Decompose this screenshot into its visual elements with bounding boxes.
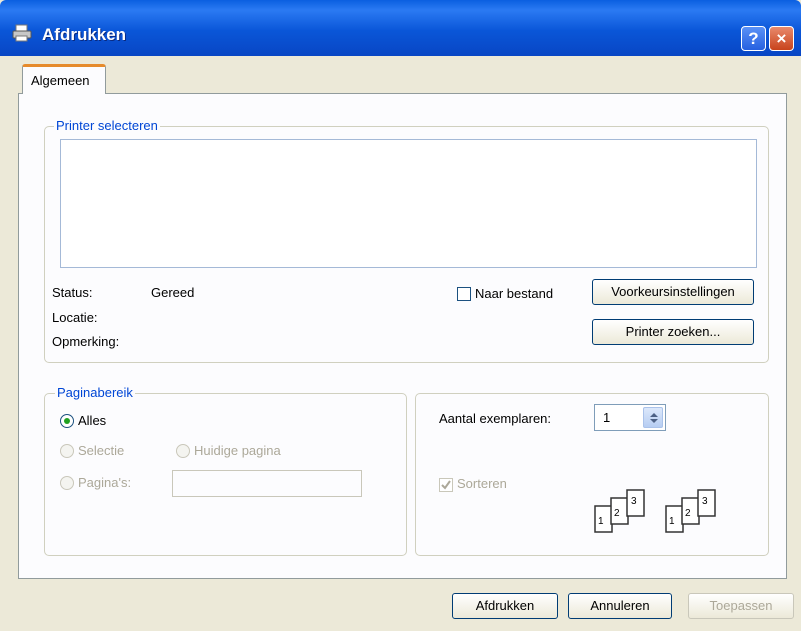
status-label: Status: xyxy=(52,285,93,300)
cancel-button-label: Annuleren xyxy=(590,598,650,613)
all-pages-label[interactable]: Alles xyxy=(78,413,106,428)
print-button[interactable]: Afdrukken xyxy=(452,593,558,619)
help-button[interactable]: ? xyxy=(741,26,766,51)
close-button[interactable]: × xyxy=(769,26,794,51)
apply-button-label: Toepassen xyxy=(709,598,773,613)
collate-checkbox[interactable] xyxy=(439,478,453,492)
all-pages-radio[interactable] xyxy=(60,414,74,428)
cancel-button[interactable]: Annuleren xyxy=(568,593,672,619)
current-page-label[interactable]: Huidige pagina xyxy=(194,443,281,458)
page-range-group-title: Paginabereik xyxy=(55,385,135,400)
tab-general[interactable]: Algemeen xyxy=(22,64,106,94)
collate-page-3: 3 xyxy=(702,496,708,507)
copies-label: Aantal exemplaren: xyxy=(439,411,552,426)
find-printer-button-label: Printer zoeken... xyxy=(625,324,721,339)
copies-spinner[interactable]: 1 xyxy=(594,404,666,431)
help-icon: ? xyxy=(748,29,759,48)
copies-value: 1 xyxy=(603,410,611,425)
printer-select-group-title: Printer selecteren xyxy=(54,118,160,133)
title-bar[interactable]: Afdrukken ? × xyxy=(0,0,801,56)
collate-illustration-icon: 1 2 3 1 2 3 xyxy=(593,488,743,536)
preferences-button-label: Voorkeursinstellingen xyxy=(611,284,735,299)
print-button-label: Afdrukken xyxy=(475,598,535,613)
radio-selected-dot xyxy=(64,418,70,424)
pages-radio[interactable] xyxy=(60,476,74,490)
print-dialog: Afdrukken ? × Algemeen Printer selectere… xyxy=(0,0,801,631)
tab-general-label: Algemeen xyxy=(31,73,90,88)
status-value: Gereed xyxy=(151,285,195,300)
current-page-radio[interactable] xyxy=(176,444,190,458)
preferences-button[interactable]: Voorkeursinstellingen xyxy=(592,279,754,305)
window-title: Afdrukken xyxy=(42,25,127,44)
selection-label[interactable]: Selectie xyxy=(78,443,124,458)
print-to-file-label[interactable]: Naar bestand xyxy=(475,286,553,301)
collate-label[interactable]: Sorteren xyxy=(457,476,507,491)
location-label: Locatie: xyxy=(52,310,98,325)
selection-radio[interactable] xyxy=(60,444,74,458)
collate-page-1: 1 xyxy=(669,516,675,527)
printer-list[interactable] xyxy=(60,139,757,268)
comment-label: Opmerking: xyxy=(52,334,120,349)
collate-page-2: 2 xyxy=(614,508,620,519)
printer-icon xyxy=(12,24,32,42)
checkmark-icon xyxy=(441,480,451,490)
find-printer-button[interactable]: Printer zoeken... xyxy=(592,319,754,345)
collate-page-1: 1 xyxy=(598,516,604,527)
spin-updown-icon[interactable] xyxy=(643,407,663,428)
pages-input[interactable] xyxy=(172,470,362,497)
collate-page-2: 2 xyxy=(685,508,691,519)
pages-label[interactable]: Pagina's: xyxy=(78,475,131,490)
apply-button[interactable]: Toepassen xyxy=(688,593,794,619)
collate-page-3: 3 xyxy=(631,496,637,507)
print-to-file-checkbox[interactable] xyxy=(457,287,471,301)
close-icon: × xyxy=(776,29,787,48)
